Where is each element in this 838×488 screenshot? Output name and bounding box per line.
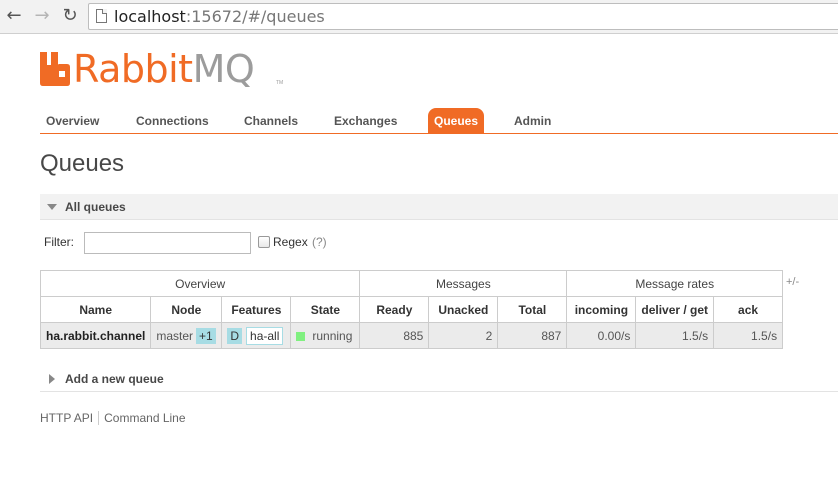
section-label: All queues (65, 200, 126, 214)
col-unacked[interactable]: Unacked (428, 296, 499, 323)
tab-exchanges[interactable]: Exchanges (334, 108, 397, 134)
footer-divider (98, 411, 100, 425)
ready-value: 885 (359, 322, 430, 349)
tab-channels[interactable]: Channels (244, 108, 298, 134)
tab-overview[interactable]: Overview (46, 108, 99, 134)
rabbit-logo-icon (40, 52, 70, 86)
col-node[interactable]: Node (150, 296, 223, 323)
col-deliver-get[interactable]: deliver / get (635, 296, 715, 323)
tab-connections[interactable]: Connections (136, 108, 209, 134)
back-arrow-icon[interactable]: ← (4, 6, 24, 26)
toggle-columns-button[interactable]: +/- (786, 276, 799, 288)
http-api-link[interactable]: HTTP API (40, 411, 93, 425)
col-state[interactable]: State (290, 296, 361, 323)
tab-queues[interactable]: Queues (428, 108, 485, 134)
col-features[interactable]: Features (221, 296, 292, 323)
trademark: TM (276, 80, 284, 86)
address-bar[interactable]: localhost:15672/#/queues (88, 3, 838, 30)
regex-help-link[interactable]: (?) (312, 235, 327, 249)
table-row: ha.rabbit.channel master +1 Dha-all runni… (39, 322, 784, 349)
group-overview: Overview (39, 270, 361, 297)
main-nav-tabs: Overview Connections Channels Exchanges … (40, 108, 838, 134)
browser-toolbar: ← → ↻ localhost:15672/#/queues (0, 0, 838, 34)
add-queue-section-toggle[interactable]: Add a new queue (40, 366, 838, 392)
unacked-value: 2 (428, 322, 499, 349)
queue-name-link[interactable]: ha.rabbit.channel (39, 322, 152, 349)
section-label: Add a new queue (65, 372, 164, 386)
running-status-icon (296, 331, 306, 341)
reload-icon[interactable]: ↻ (60, 6, 80, 26)
filter-label: Filter: (44, 235, 74, 249)
ack-rate: 1.5/s (713, 322, 784, 349)
col-ready[interactable]: Ready (359, 296, 430, 323)
incoming-rate: 0.00/s (566, 322, 637, 349)
expand-arrow-icon (49, 374, 55, 384)
durable-badge: D (227, 327, 243, 344)
footer: HTTP API Command Line (40, 411, 186, 425)
logo-wordmark: RabbitMQ (73, 47, 255, 91)
node-cell: master +1 (150, 322, 223, 349)
group-message-rates: Message rates (566, 270, 784, 297)
forward-arrow-icon[interactable]: → (32, 6, 52, 26)
node-name: master (156, 328, 194, 343)
policy-badge[interactable]: ha-all (246, 326, 284, 345)
deliver-get-rate: 1.5/s (635, 322, 715, 349)
state-cell: running (290, 322, 361, 349)
page-icon (96, 9, 107, 23)
features-cell: Dha-all (221, 322, 292, 349)
filter-input[interactable] (84, 232, 251, 254)
col-ack[interactable]: ack (713, 296, 784, 323)
regex-label: Regex (273, 235, 308, 249)
all-queues-section-toggle[interactable]: All queues (40, 194, 838, 220)
collapse-arrow-icon (47, 204, 57, 210)
group-messages: Messages (359, 270, 568, 297)
total-value: 887 (497, 322, 568, 349)
queues-table: Overview Messages Message rates Name Nod… (39, 270, 784, 349)
table-column-header: Name Node Features State Ready Unacked T… (39, 296, 784, 323)
col-name[interactable]: Name (39, 296, 152, 323)
col-total[interactable]: Total (497, 296, 568, 323)
table-group-header: Overview Messages Message rates (39, 270, 784, 297)
tab-admin[interactable]: Admin (514, 108, 551, 134)
page-title: Queues (40, 150, 125, 177)
state-text: running (312, 328, 353, 343)
col-incoming[interactable]: incoming (566, 296, 637, 323)
url-text[interactable]: localhost:15672/#/queues (114, 7, 325, 26)
regex-checkbox[interactable] (258, 236, 270, 248)
mirror-count-badge: +1 (196, 327, 216, 344)
command-line-link[interactable]: Command Line (104, 411, 185, 425)
